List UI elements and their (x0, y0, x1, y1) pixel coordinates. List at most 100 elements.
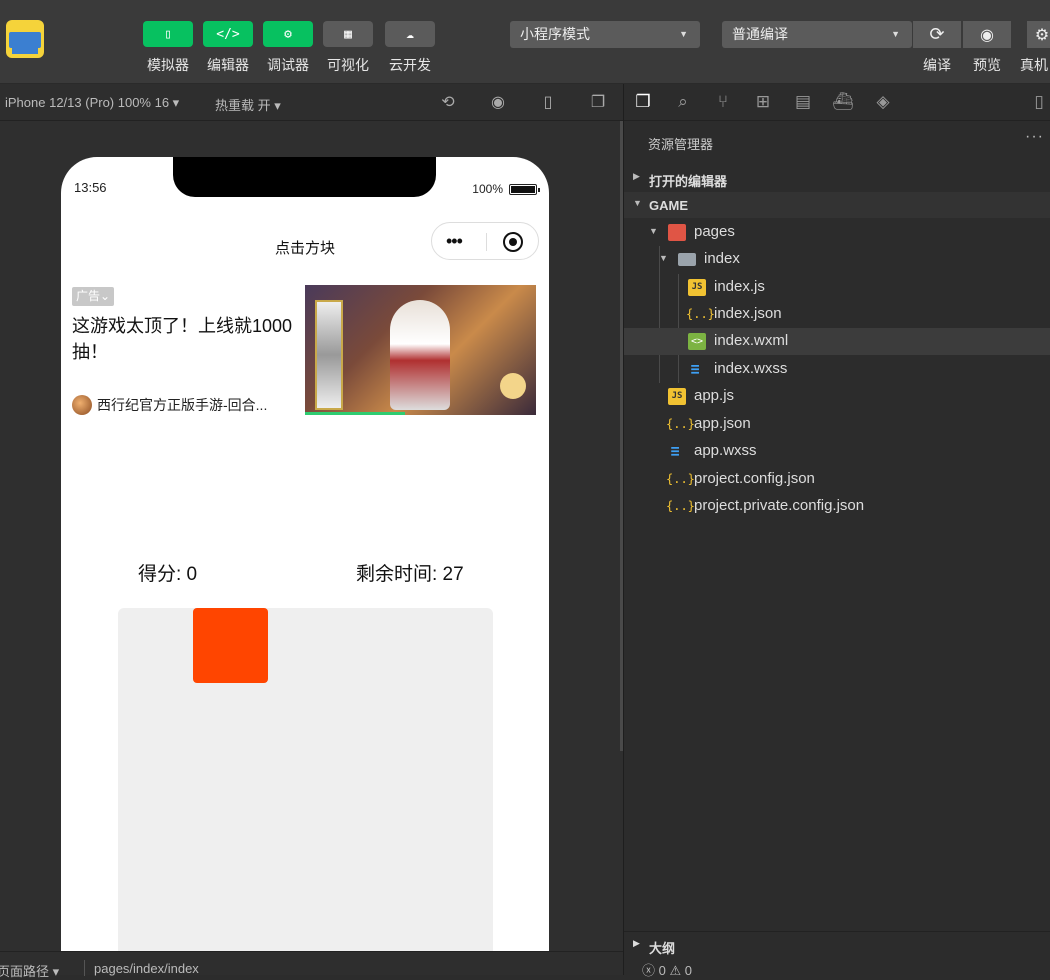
window-icon[interactable]: ❐ (588, 93, 608, 113)
compile-select[interactable]: 普通编译 ▼ (722, 21, 912, 48)
css-file-icon: ≡ (670, 442, 680, 460)
ad-source-name: 西行纪官方正版手游-回合... (97, 397, 268, 413)
more-icon[interactable]: ••• (446, 232, 463, 250)
capsule-menu[interactable]: ••• (431, 222, 539, 260)
remaining-time-text: 剩余时间: 27 (356, 564, 464, 585)
search-icon[interactable]: ⌕ (672, 91, 694, 113)
tree-item-project-private-config[interactable]: {..} project.private.config.json (624, 493, 1050, 520)
open-editors-section[interactable]: ▶ 打开的编辑器 (624, 165, 1050, 191)
simulator-label: 模拟器 (147, 57, 189, 73)
hot-reload-toggle[interactable]: 热重载 开 ▾ (215, 95, 281, 114)
refresh-icon: ⟳ (929, 24, 945, 44)
page-path-label[interactable]: 页面路径 ▾ (0, 961, 59, 980)
ad-image[interactable] (305, 285, 536, 415)
ad-progress-bar (305, 412, 405, 415)
tree-item-app-wxss[interactable]: ≡ app.wxss (624, 438, 1050, 465)
tree-item-index-wxss[interactable]: ≡ index.wxss (624, 356, 1050, 383)
outline-label: 大纲 (649, 941, 676, 956)
ad-image-cards (315, 300, 343, 410)
debugger-label: 调试器 (267, 57, 309, 73)
json-file-icon: {..} (666, 472, 695, 486)
tree-item-index-folder[interactable]: ▼ index (624, 246, 1050, 273)
explorer-panel: ❐ ⌕ ⑂ ⊞ ▤ ⛴ ◈ ▯ 资源管理器 ··· ▶ 打开的编辑器 ▼ GAME … (624, 84, 1050, 978)
status-time: 13:56 (74, 180, 107, 195)
plugin-icon[interactable]: ◈ (872, 91, 894, 113)
mode-select-value: 小程序模式 (520, 26, 590, 42)
save-icon[interactable]: ▤ (792, 91, 814, 113)
divider (84, 960, 85, 976)
ad-source[interactable]: 西行纪官方正版手游-回合... (72, 395, 267, 415)
tree-item-index-js[interactable]: JS index.js (624, 274, 1050, 301)
js-file-icon: JS (688, 279, 706, 296)
rotate-icon[interactable]: ⟲ (438, 93, 458, 113)
compile-button[interactable]: ⟳ (913, 21, 961, 48)
open-editors-label: 打开的编辑器 (649, 174, 728, 189)
json-file-icon: {..} (686, 307, 715, 321)
gear-icon: ⚙ (1034, 26, 1050, 44)
stop-icon[interactable]: ◉ (488, 93, 508, 113)
problems-status[interactable]: ⓧ 0 ⚠ 0 (642, 960, 692, 979)
caret-down-icon: ▼ (891, 29, 900, 39)
page-path: pages/index/index (94, 961, 199, 976)
target-block[interactable] (193, 608, 268, 683)
app-logo (6, 20, 44, 58)
close-target-icon[interactable] (503, 232, 523, 252)
simulator-toolbar: iPhone 12/13 (Pro) 100% 16 ▾ 热重载 开 ▾ ⟲ ◉… (0, 84, 623, 121)
chevron-right-icon: ▶ (633, 171, 640, 181)
mode-select[interactable]: 小程序模式 ▼ (510, 21, 700, 48)
json-file-icon: {..} (666, 417, 695, 431)
tree-item-project-config[interactable]: {..} project.config.json (624, 466, 1050, 493)
more-actions-icon[interactable]: ··· (1025, 128, 1044, 146)
simulator-button[interactable]: ▯ (143, 21, 193, 47)
compile-select-value: 普通编译 (732, 26, 788, 42)
tree-item-index-wxml[interactable]: <> index.wxml (624, 328, 1050, 355)
tree-item-label: app.js (694, 387, 735, 404)
phone-icon[interactable]: ▯ (538, 93, 558, 113)
ad-badge[interactable]: 广告⌄ (72, 287, 115, 306)
docker-icon[interactable]: ⛴ (832, 91, 854, 113)
ad-title[interactable]: 这游戏太顶了！上线就1000抽！ (72, 313, 297, 365)
css-file-icon: ≡ (690, 360, 700, 378)
tree-item-label: app.json (694, 415, 751, 432)
editor-label: 编辑器 (207, 57, 249, 73)
cloud-label: 云开发 (389, 57, 431, 73)
tree-item-index-json[interactable]: {..} index.json (624, 301, 1050, 328)
chevron-right-icon: ▶ (633, 938, 640, 948)
preview-button[interactable]: ◉ (963, 21, 1011, 48)
tree-item-app-js[interactable]: JS app.js (624, 383, 1050, 410)
tree-item-label: app.wxss (694, 442, 757, 459)
source-control-icon[interactable]: ⑂ (712, 91, 734, 113)
debugger-button[interactable]: ⚙ (263, 21, 313, 47)
cloud-icon: ☁ (406, 26, 414, 42)
device-label: 真机 (1020, 57, 1048, 73)
ad-image-character (390, 300, 450, 410)
project-section[interactable]: ▼ GAME (624, 192, 1050, 218)
visual-label: 可视化 (327, 57, 369, 73)
tree-item-label: project.private.config.json (694, 497, 865, 514)
code-icon: </> (216, 26, 240, 42)
status-battery: 100% (472, 182, 540, 196)
extensions-icon[interactable]: ⊞ (752, 91, 774, 113)
device-select[interactable]: iPhone 12/13 (Pro) 100% 16 ▾ (5, 95, 179, 111)
game-board[interactable] (118, 608, 493, 957)
panel-toggle-icon[interactable]: ▯ (1028, 91, 1050, 113)
explorer-title: 资源管理器 (648, 137, 714, 152)
device-button[interactable]: ⚙ (1027, 21, 1050, 48)
tree-item-label: index.js (714, 278, 765, 295)
cloud-button[interactable]: ☁ (385, 21, 435, 47)
tree-item-label: index.wxml (714, 332, 789, 349)
visual-button[interactable]: ▦ (323, 21, 373, 47)
chevron-down-icon: ▼ (659, 253, 668, 263)
tree-item-pages[interactable]: ▼ pages (624, 219, 1050, 246)
eye-icon: ◉ (980, 26, 994, 44)
editor-button[interactable]: </> (203, 21, 253, 47)
capsule-divider (486, 233, 487, 251)
tree-item-app-json[interactable]: {..} app.json (624, 411, 1050, 438)
files-icon[interactable]: ❐ (632, 91, 654, 113)
avatar (72, 395, 92, 415)
outline-section[interactable]: ▶ 大纲 (624, 931, 1050, 957)
chevron-down-icon: ▼ (633, 198, 642, 208)
phone-screen: 13:56 100% 点击方块 ••• 广告⌄ 这游戏太顶了！上线就1000抽！… (61, 157, 549, 957)
debug-icon: ⚙ (284, 26, 292, 42)
simulator-status-bar: 页面路径 ▾ pages/index/index (0, 951, 623, 979)
